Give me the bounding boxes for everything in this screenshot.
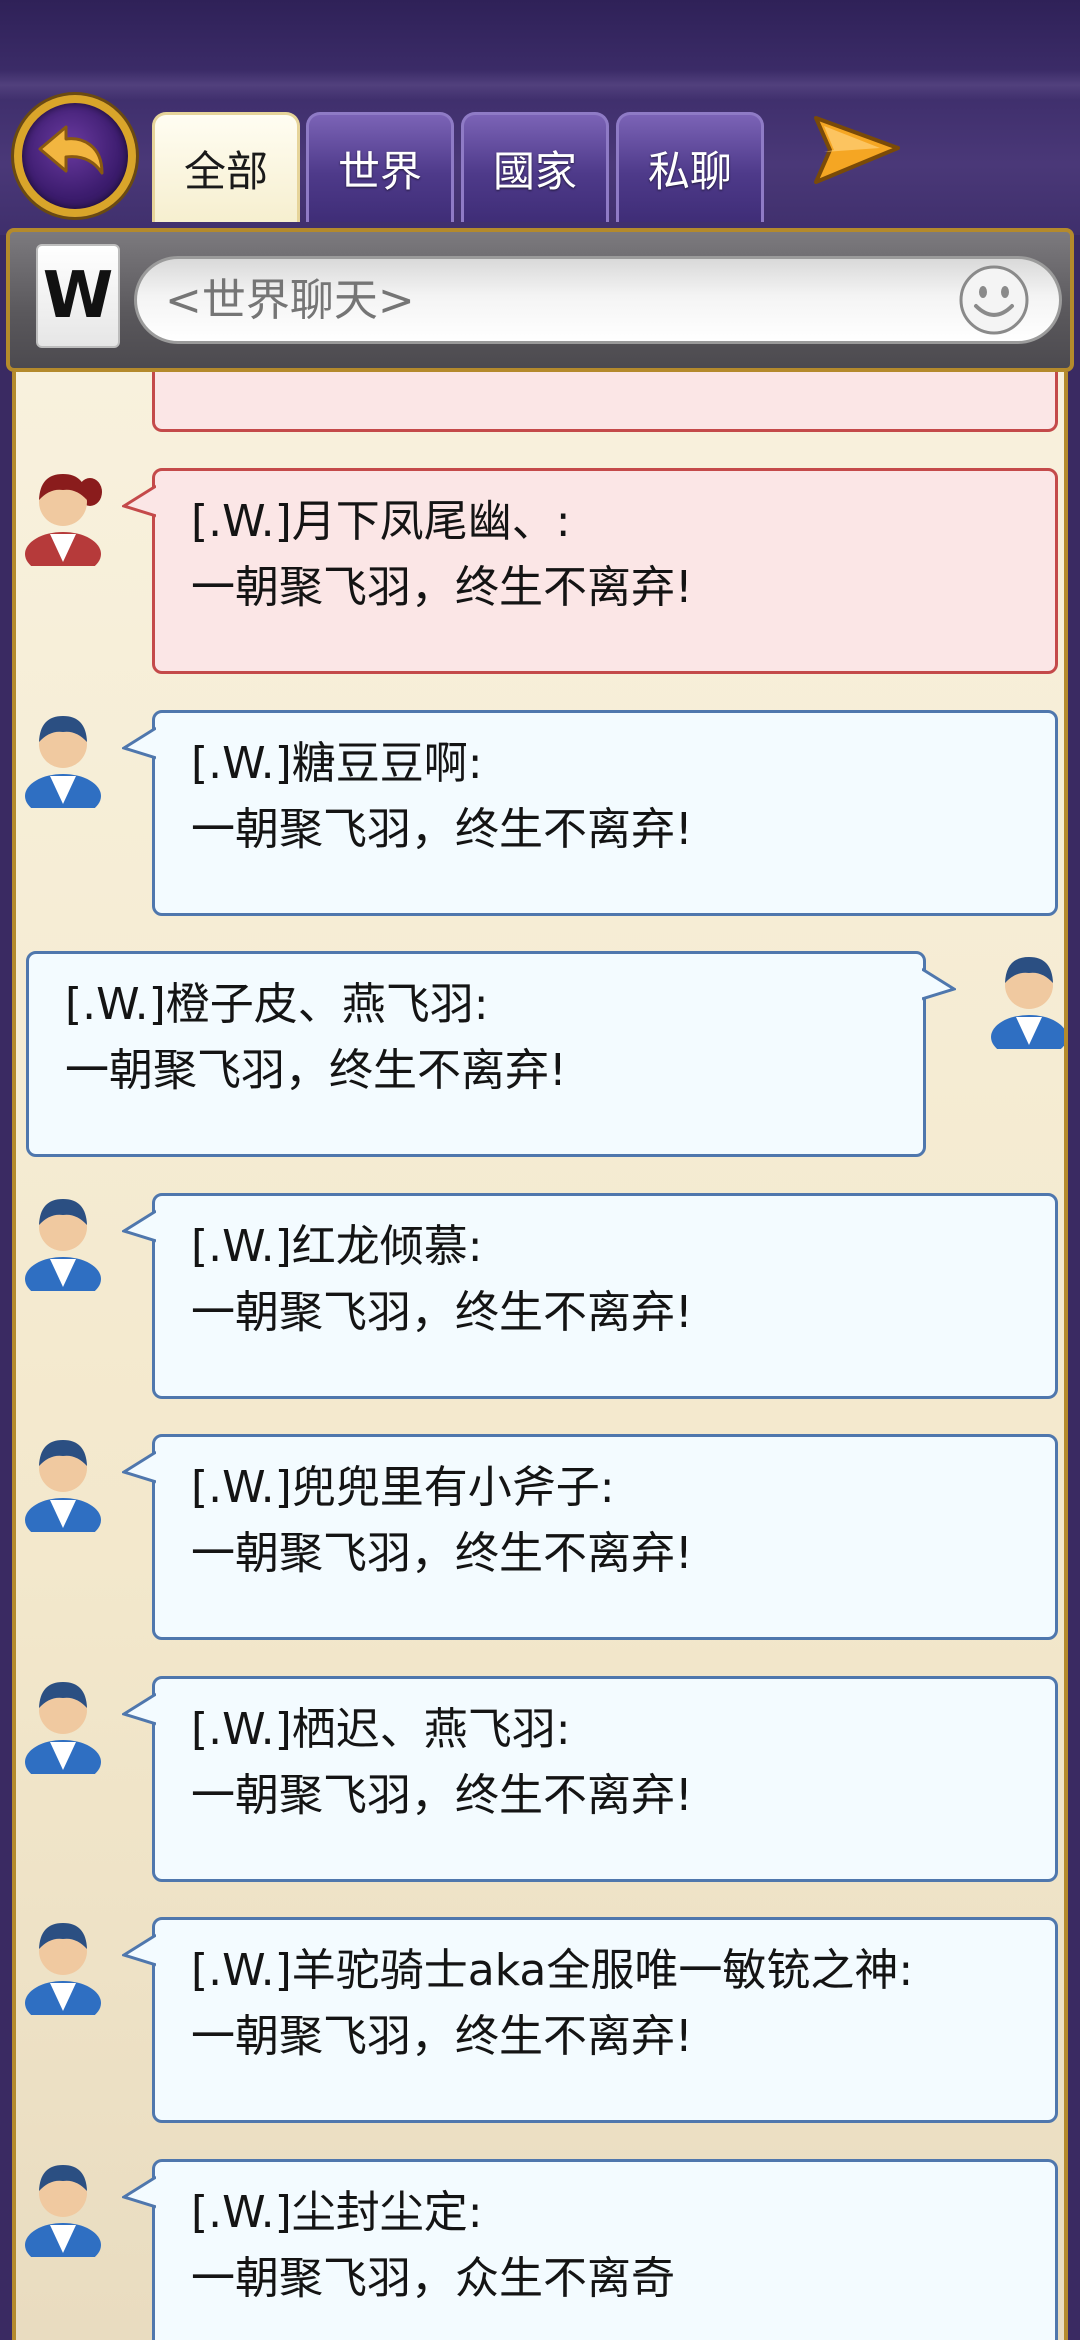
back-button[interactable] <box>14 95 136 217</box>
back-arrow-icon <box>38 125 104 175</box>
avatar[interactable] <box>20 704 106 818</box>
tab-private[interactable]: 私聊 <box>616 112 764 222</box>
avatar[interactable] <box>20 462 106 576</box>
male-avatar-icon <box>25 1198 101 1301</box>
message-text: 一朝聚飞羽，终生不离弃! <box>191 1769 693 1821</box>
message-bubble[interactable]: [.W.]月下凤尾幽、: 一朝聚飞羽，终生不离弃! <box>152 468 1058 674</box>
message-bubble[interactable]: [.W.]兜兜里有小斧子: 一朝聚飞羽，终生不离弃! <box>152 1434 1058 1640</box>
bubble-tail <box>122 1692 156 1725</box>
bubble-tail <box>122 1933 156 1967</box>
bubble-tail <box>122 726 156 759</box>
male-avatar-icon <box>25 2164 101 2267</box>
avatar[interactable] <box>20 1911 106 2025</box>
message-bubble[interactable]: [.W.]尘封尘定: 一朝聚飞羽，众生不离奇 <box>152 2158 1058 2340</box>
message-bubble[interactable]: [.W.]橙子皮、燕飞羽: 一朝聚飞羽，终生不离弃! <box>26 951 926 1157</box>
message-text: 一朝聚飞羽，终生不离弃! <box>191 2011 693 2062</box>
chat-input-bar: W <box>6 228 1074 372</box>
channel-badge[interactable]: W <box>36 244 120 348</box>
chat-input[interactable] <box>134 256 1062 344</box>
message-sender: [.W.]羊驼骑士aka全服唯一敏铳之神: <box>191 1945 914 1996</box>
male-avatar-icon <box>25 1681 101 1784</box>
bubble-tail <box>122 1450 156 1484</box>
avatar[interactable] <box>20 2153 106 2267</box>
bubble-tail <box>122 484 156 518</box>
message-item: [.W.]栖迟、燕飞羽: 一朝聚飞羽，终生不离弃! <box>16 1675 1064 1882</box>
avatar[interactable] <box>20 1187 106 1301</box>
bubble-tail <box>122 1209 156 1242</box>
chat-message-list[interactable]: [.W.]月下凤尾幽、: 一朝聚飞羽，终生不离弃! [.W.]糖豆豆啊: 一朝聚飞羽… <box>12 372 1068 2340</box>
message-text: 一朝聚飞羽，终生不离弃! <box>65 1045 567 1096</box>
message-text: 一朝聚飞羽，终生不离弃! <box>191 1286 693 1338</box>
tab-world[interactable]: 世界 <box>306 112 454 222</box>
message-item: [.W.]尘封尘定: 一朝聚飞羽，众生不离奇 <box>16 2158 1064 2340</box>
message-text: 一朝聚飞羽，终生不离弃! <box>191 803 693 855</box>
emoji-icon[interactable] <box>956 262 1032 338</box>
male-avatar-icon <box>25 1923 101 2025</box>
message-sender: [.W.]栖迟、燕飞羽: <box>191 1703 571 1755</box>
bubble-tail <box>122 2175 156 2208</box>
message-bubble[interactable]: [.W.]羊驼骑士aka全服唯一敏铳之神: 一朝聚飞羽，终生不离弃! <box>152 1917 1058 2123</box>
avatar[interactable] <box>20 1428 106 1542</box>
partial-message-bubble <box>152 372 1058 432</box>
next-arrow-icon[interactable] <box>808 112 904 188</box>
message-item: [.W.]月下凤尾幽、: 一朝聚飞羽，终生不离弃! <box>16 468 1064 674</box>
message-item: [.W.]兜兜里有小斧子: 一朝聚飞羽，终生不离弃! <box>16 1434 1064 1640</box>
avatar[interactable] <box>20 1670 106 1784</box>
message-sender: [.W.]月下凤尾幽、: <box>191 496 571 547</box>
message-sender: [.W.]尘封尘定: <box>191 2186 483 2238</box>
message-item: [.W.]糖豆豆啊: 一朝聚飞羽，终生不离弃! <box>16 709 1064 916</box>
message-sender: [.W.]红龙倾慕: <box>191 1220 483 1272</box>
message-text: 一朝聚飞羽，终生不离弃! <box>191 1528 693 1579</box>
message-text: 一朝聚飞羽，终生不离弃! <box>191 562 693 613</box>
avatar[interactable] <box>986 945 1064 1059</box>
tab-all[interactable]: 全部 <box>152 112 300 222</box>
message-sender: [.W.]兜兜里有小斧子: <box>191 1462 615 1513</box>
male-avatar-icon <box>25 1440 101 1542</box>
message-item: [.W.]羊驼骑士aka全服唯一敏铳之神: 一朝聚飞羽，终生不离弃! <box>16 1917 1064 2123</box>
tab-country[interactable]: 國家 <box>461 112 609 222</box>
male-avatar-icon <box>991 957 1064 1059</box>
bubble-tail <box>922 967 956 1001</box>
message-sender: [.W.]橙子皮、燕飞羽: <box>65 979 489 1030</box>
message-item: [.W.]红龙倾慕: 一朝聚飞羽，终生不离弃! <box>16 1192 1064 1399</box>
female-avatar-icon <box>25 474 102 576</box>
message-item: [.W.]橙子皮、燕飞羽: 一朝聚飞羽，终生不离弃! <box>16 951 1064 1157</box>
message-bubble[interactable]: [.W.]红龙倾慕: 一朝聚飞羽，终生不离弃! <box>152 1192 1058 1399</box>
message-bubble[interactable]: [.W.]栖迟、燕飞羽: 一朝聚飞羽，终生不离弃! <box>152 1675 1058 1882</box>
message-bubble[interactable]: [.W.]糖豆豆啊: 一朝聚飞羽，终生不离弃! <box>152 709 1058 916</box>
male-avatar-icon <box>25 715 101 818</box>
message-text: 一朝聚飞羽，众生不离奇 <box>191 2252 675 2304</box>
message-sender: [.W.]糖豆豆啊: <box>191 737 483 789</box>
